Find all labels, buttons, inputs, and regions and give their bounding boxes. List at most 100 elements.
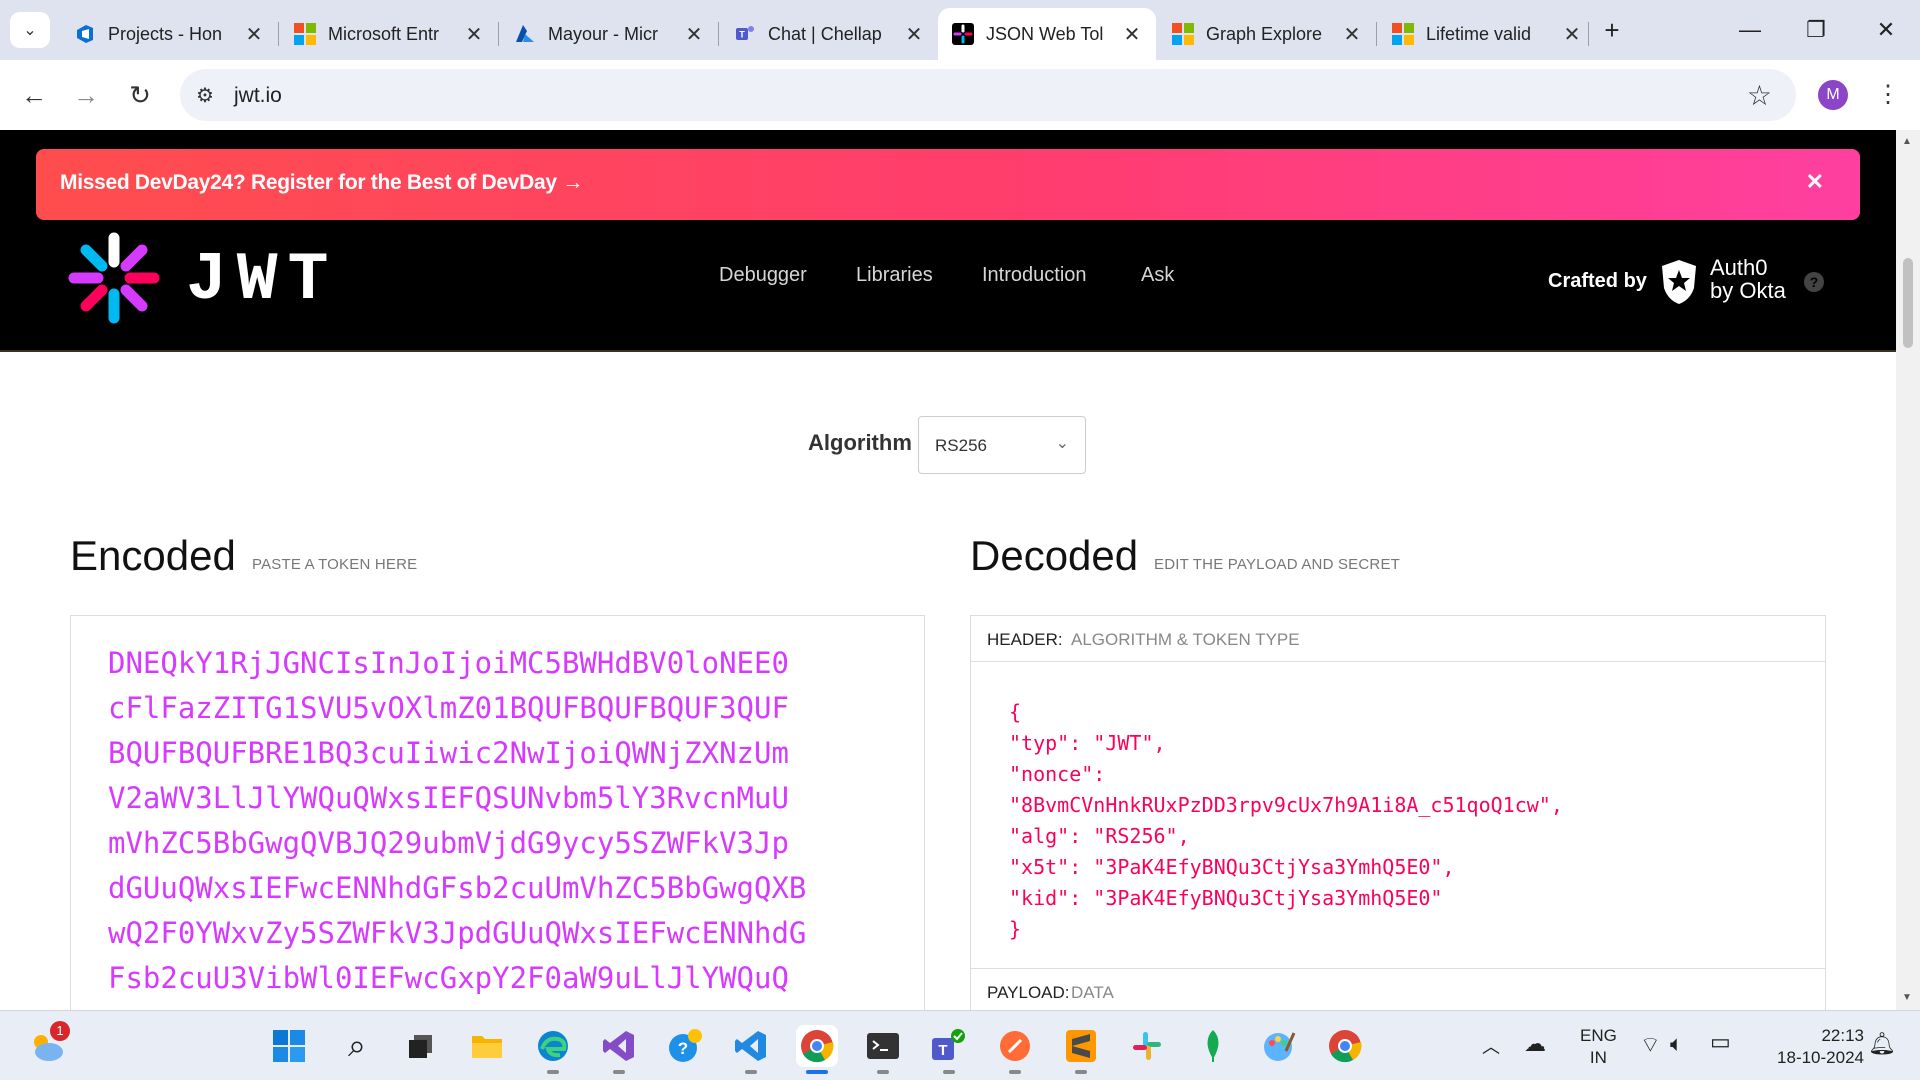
close-icon[interactable]: ✕ bbox=[1338, 22, 1366, 47]
tab-mayour[interactable]: Mayour - Micr ✕ bbox=[500, 8, 718, 60]
slack-button[interactable] bbox=[1126, 1025, 1168, 1067]
help-app-button[interactable]: ? bbox=[664, 1025, 706, 1067]
profile-avatar[interactable]: M bbox=[1818, 80, 1848, 110]
auth0-logo-text[interactable]: Auth0 by Okta bbox=[1710, 256, 1786, 302]
visual-studio-button[interactable] bbox=[598, 1025, 640, 1074]
address-bar[interactable]: ⚙ jwt.io ☆ bbox=[180, 69, 1796, 121]
running-indicator bbox=[613, 1070, 625, 1074]
devops-icon bbox=[74, 23, 96, 45]
teams-button[interactable]: T bbox=[928, 1025, 970, 1074]
chrome-icon bbox=[801, 1030, 834, 1063]
jwt-icon bbox=[952, 23, 974, 45]
battery-icon[interactable]: ▭ bbox=[1710, 1029, 1731, 1055]
chrome-secondary-button[interactable] bbox=[1324, 1025, 1366, 1067]
auth0-line: Auth0 bbox=[1710, 255, 1768, 280]
search-button[interactable]: ⌕ bbox=[336, 1025, 378, 1067]
microsoft-logo-icon bbox=[1392, 23, 1414, 45]
file-explorer-button[interactable] bbox=[466, 1025, 508, 1067]
tab-lifetime-validity[interactable]: Lifetime valid ✕ bbox=[1378, 8, 1596, 60]
tab-divider bbox=[498, 22, 499, 46]
crafted-by-label: Crafted by bbox=[1548, 270, 1647, 292]
volume-icon[interactable]: 🔈︎ bbox=[1670, 1031, 1683, 1057]
tab-title: Graph Explore bbox=[1206, 23, 1323, 44]
paint-button[interactable] bbox=[1258, 1025, 1300, 1067]
tab-divider bbox=[1376, 22, 1377, 46]
tab-teams-chat[interactable]: T Chat | Chellap ✕ bbox=[720, 8, 938, 60]
weather-widget[interactable]: 1 bbox=[26, 1021, 70, 1067]
tab-title: Chat | Chellap bbox=[768, 23, 882, 44]
clock[interactable]: 22:13 18-10-2024 bbox=[1760, 1025, 1864, 1069]
terminal-button[interactable] bbox=[862, 1025, 904, 1074]
bookmark-star-icon[interactable]: ☆ bbox=[1747, 79, 1772, 112]
close-icon[interactable]: ✕ bbox=[680, 22, 708, 47]
minimize-button[interactable]: — bbox=[1730, 12, 1770, 48]
close-icon[interactable]: ✕ bbox=[1118, 22, 1146, 47]
sublime-button[interactable] bbox=[1060, 1025, 1102, 1074]
task-view-button[interactable] bbox=[400, 1025, 442, 1067]
running-indicator bbox=[877, 1070, 889, 1074]
promo-banner[interactable]: Missed DevDay24? Register for the Best o… bbox=[36, 149, 1860, 220]
json-line: "nonce": bbox=[1009, 762, 1106, 786]
algorithm-label: Algorithm bbox=[808, 430, 912, 455]
browser-menu-icon[interactable]: ⋮ bbox=[1876, 76, 1900, 114]
new-tab-button[interactable]: + bbox=[1592, 12, 1632, 48]
site-info-icon[interactable]: ⚙ bbox=[196, 83, 214, 108]
visual-studio-icon bbox=[603, 1031, 634, 1061]
close-icon[interactable]: ✕ bbox=[1558, 22, 1586, 47]
chrome-button[interactable] bbox=[796, 1025, 838, 1074]
edge-button[interactable] bbox=[532, 1025, 574, 1074]
header-label: HEADER: bbox=[987, 630, 1063, 649]
vscode-icon bbox=[735, 1031, 766, 1061]
start-button[interactable] bbox=[268, 1025, 310, 1067]
algorithm-select[interactable]: RS256 ⌄ bbox=[918, 416, 1086, 474]
running-indicator bbox=[943, 1070, 955, 1074]
scroll-up-icon[interactable]: ▲ bbox=[1902, 136, 1912, 147]
restore-button[interactable]: ❐ bbox=[1796, 12, 1836, 48]
reload-button[interactable]: ↻ bbox=[122, 77, 158, 113]
nav-libraries[interactable]: Libraries bbox=[856, 264, 933, 287]
running-indicator bbox=[745, 1070, 757, 1074]
nav-introduction[interactable]: Introduction bbox=[982, 264, 1087, 287]
nav-ask[interactable]: Ask bbox=[1141, 264, 1174, 287]
tab-search-button[interactable]: ⌄ bbox=[10, 12, 50, 48]
payload-section-title: PAYLOAD: DATA bbox=[971, 968, 1825, 1010]
payload-sublabel: DATA bbox=[1071, 983, 1114, 1002]
mongodb-compass-button[interactable] bbox=[1192, 1025, 1234, 1067]
header-sublabel: ALGORITHM & TOKEN TYPE bbox=[1071, 630, 1300, 649]
scroll-down-icon[interactable]: ▼ bbox=[1902, 992, 1912, 1003]
microsoft-logo-icon bbox=[294, 23, 316, 45]
nav-debugger[interactable]: Debugger bbox=[719, 264, 807, 287]
close-window-button[interactable]: ✕ bbox=[1866, 12, 1906, 48]
tab-microsoft-entra[interactable]: Microsoft Entr ✕ bbox=[280, 8, 498, 60]
vscode-button[interactable] bbox=[730, 1025, 772, 1074]
token-line: V2aWV3LlJlYWQuQWxsIEFQSUNvbm5lY3RvcnMuU bbox=[108, 781, 789, 815]
back-button[interactable]: ← bbox=[16, 77, 52, 113]
close-icon[interactable]: ✕ bbox=[460, 22, 488, 47]
tab-jwt[interactable]: JSON Web Tol ✕ bbox=[938, 8, 1156, 60]
notification-bell-icon[interactable]: 🔔︎ bbox=[1868, 1031, 1896, 1057]
auth0-shield-icon[interactable] bbox=[1658, 258, 1700, 306]
banner-close-icon[interactable]: ✕ bbox=[1806, 169, 1824, 195]
postman-button[interactable] bbox=[994, 1025, 1036, 1074]
chevron-down-icon: ⌄ bbox=[1055, 435, 1069, 452]
forward-button[interactable]: → bbox=[68, 77, 104, 113]
language-indicator[interactable]: ENG IN bbox=[1580, 1025, 1617, 1069]
restore-icon: ❐ bbox=[1806, 17, 1826, 42]
tab-projects[interactable]: Projects - Hon ✕ bbox=[60, 8, 278, 60]
onedrive-offline-icon[interactable]: ☁ bbox=[1524, 1031, 1546, 1057]
scrollbar-thumb[interactable] bbox=[1903, 258, 1913, 348]
wifi-icon[interactable]: ⌔ bbox=[1640, 1031, 1661, 1059]
tab-divider bbox=[278, 22, 279, 46]
algorithm-value: RS256 bbox=[935, 436, 987, 455]
token-line: wQ2F0YWxvZy5SZWFkV3JpdGUuQWxsIEFwcENNhdG bbox=[108, 916, 807, 950]
page-scrollbar[interactable]: ▲ ▼ bbox=[1896, 130, 1920, 1010]
close-icon[interactable]: ✕ bbox=[240, 22, 268, 47]
tab-graph-explorer[interactable]: Graph Explore ✕ bbox=[1158, 8, 1376, 60]
tab-divider bbox=[1588, 22, 1589, 46]
close-icon[interactable]: ✕ bbox=[900, 22, 928, 47]
help-icon[interactable]: ? bbox=[1804, 272, 1824, 292]
encoded-token-editor[interactable]: DNEQkY1RjJGNCIsInJoIjoiMC5BWHdBV0loNEE0 … bbox=[70, 615, 925, 1010]
minimize-icon: — bbox=[1739, 17, 1761, 42]
tray-overflow-chevron-icon[interactable]: ︿ bbox=[1482, 1033, 1500, 1059]
url-text: jwt.io bbox=[234, 84, 282, 107]
